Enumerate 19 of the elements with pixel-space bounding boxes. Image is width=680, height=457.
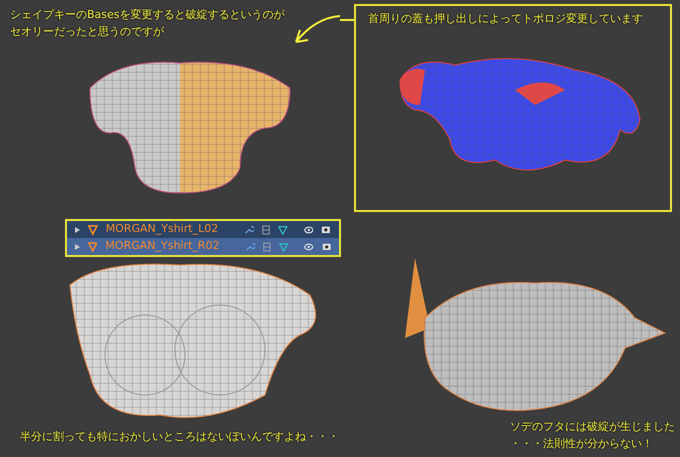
camera-icon[interactable] <box>321 224 332 235</box>
mesh-object-icon <box>88 224 98 236</box>
leader-line <box>340 18 354 22</box>
annotation-text: ソデのフタには破綻が生じました ・・・法則性が分からない！ <box>510 419 675 452</box>
annotation-text: シェイプキーのBasesを変更すると破綻するというのが セオリーだったと思うのですが <box>10 7 285 40</box>
expand-arrow-icon[interactable] <box>75 226 80 232</box>
outliner-row[interactable]: MORGAN_Yshirt_L02 <box>67 221 339 238</box>
expand-arrow-icon[interactable] <box>75 244 80 250</box>
object-name: MORGAN_Yshirt_R02 <box>105 238 220 254</box>
mesh-data-icon[interactable] <box>278 224 288 236</box>
annotation-text: 半分に割っても特におかしいところはないぽいんですよね・・・ <box>20 429 339 445</box>
mesh-object-icon <box>88 240 98 252</box>
mesh-data-icon[interactable] <box>278 240 288 252</box>
annotation-box: 首周りの蓋も押し出しによってトポロジ変更しています <box>354 4 672 212</box>
outliner-row[interactable]: MORGAN_Yshirt_R02 <box>67 238 339 255</box>
eye-icon[interactable] <box>304 242 314 252</box>
eye-icon[interactable] <box>304 224 314 234</box>
object-name: MORGAN_Yshirt_L02 <box>106 221 218 238</box>
camera-icon[interactable] <box>322 241 331 252</box>
